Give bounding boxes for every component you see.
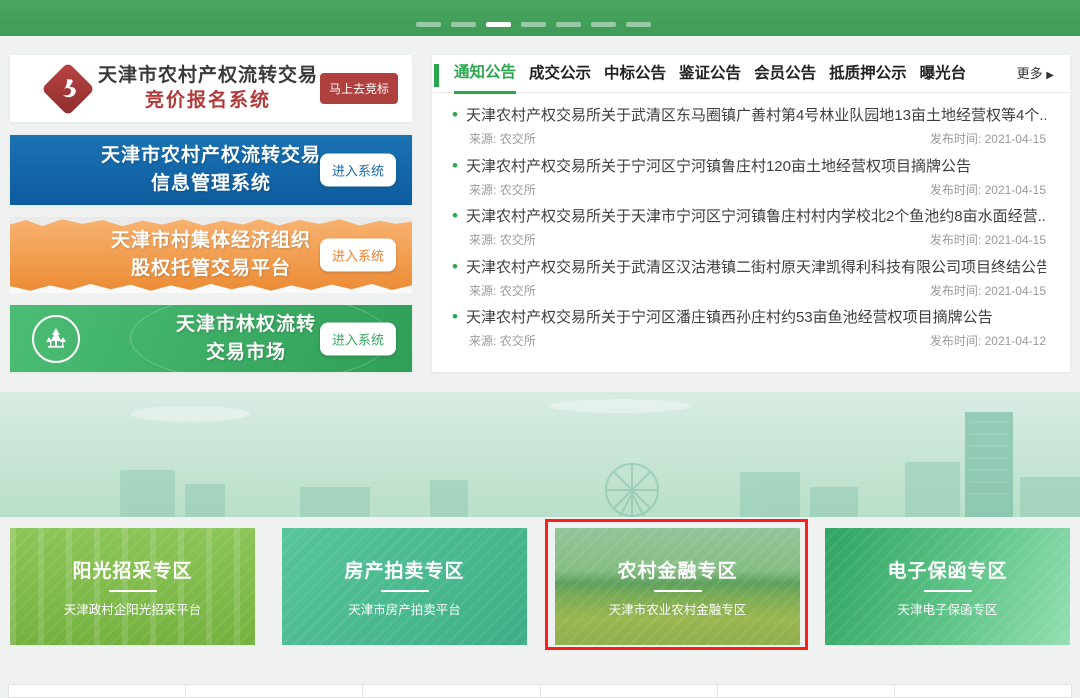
tab-pledge[interactable]: 抵质押公示	[829, 61, 907, 92]
tab-exposure[interactable]: 曝光台	[920, 61, 967, 92]
zone-divider	[381, 590, 429, 592]
news-date: 发布时间: 2021-04-15	[930, 282, 1046, 299]
partner-cell[interactable]	[541, 685, 718, 697]
bullet-icon: •	[452, 105, 458, 125]
news-source: 来源: 农交所	[469, 282, 536, 299]
city-skyline-illustration	[0, 392, 1080, 517]
carousel-dash[interactable]	[626, 22, 651, 27]
partner-cell[interactable]	[9, 685, 186, 697]
zone-subtitle: 天津电子保函专区	[897, 599, 997, 618]
zone-subtitle: 天津政村企阳光招采平台	[64, 599, 202, 618]
zone-subtitle: 天津市房产拍卖平台	[348, 599, 461, 618]
news-date: 发布时间: 2021-04-15	[930, 231, 1046, 248]
news-item: • 天津农村产权交易所关于武清区东马圈镇广善村第4号林业队园地13亩土地经营权等…	[452, 104, 1046, 155]
tab-accent-bar	[434, 64, 439, 87]
zone-divider	[924, 590, 972, 592]
carousel-dash[interactable]	[556, 22, 581, 27]
news-list: • 天津农村产权交易所关于武清区东马圈镇广善村第4号林业队园地13亩土地经营权等…	[432, 93, 1070, 357]
tab-certification[interactable]: 鉴证公告	[679, 61, 741, 92]
zone-divider	[654, 590, 702, 592]
bullet-icon: •	[452, 257, 458, 277]
carousel-dash[interactable]	[451, 22, 476, 27]
news-title[interactable]: 天津农村产权交易所关于武清区东马圈镇广善村第4号林业队园地13亩土地经营权等4个…	[466, 104, 1046, 125]
enter-system-button[interactable]: 进入系统	[320, 239, 396, 272]
enter-system-button[interactable]: 进入系统	[320, 322, 396, 355]
news-date: 发布时间: 2021-04-15	[930, 181, 1046, 198]
tab-deals[interactable]: 成交公示	[529, 61, 591, 92]
zone-sunshine-procurement[interactable]: 阳光招采专区 天津政村企阳光招采平台	[10, 528, 255, 645]
carousel-dash[interactable]	[416, 22, 441, 27]
bidding-title-line1: 天津市农村产权流转交易	[96, 64, 320, 89]
carousel-indicators	[416, 22, 651, 27]
news-item: • 天津农村产权交易所关于天津市宁河区宁河镇鲁庄村村内学校北2个鱼池约8亩水面经…	[452, 205, 1046, 256]
news-date: 发布时间: 2021-04-15	[930, 130, 1046, 147]
zone-subtitle: 天津市农业农村金融专区	[609, 599, 747, 618]
bullet-icon: •	[452, 307, 458, 327]
news-source: 来源: 农交所	[469, 181, 536, 198]
news-item: • 天津农村产权交易所关于宁河区宁河镇鲁庄村120亩土地经营权项目摘牌公告 来源…	[452, 155, 1046, 206]
carousel-bar	[0, 0, 1080, 36]
tab-notice[interactable]: 通知公告	[454, 60, 516, 94]
news-item: • 天津农村产权交易所关于武清区汉沽港镇二街村原天津凯得利科技有限公司项目终结公…	[452, 256, 1046, 307]
carousel-dash[interactable]	[521, 22, 546, 27]
banner-info-management-system[interactable]: 天津市农村产权流转交易 信息管理系统 进入系统	[10, 135, 412, 205]
zone-title: 房产拍卖专区	[344, 556, 464, 583]
news-source: 来源: 农交所	[469, 130, 536, 147]
news-item: • 天津农村产权交易所关于宁河区潘庄镇西孙庄村约53亩鱼池经营权项目摘牌公告 来…	[452, 306, 1046, 357]
news-source: 来源: 农交所	[469, 231, 536, 248]
partner-cell[interactable]	[186, 685, 363, 697]
news-title[interactable]: 天津农村产权交易所关于宁河区宁河镇鲁庄村120亩土地经营权项目摘牌公告	[466, 155, 971, 176]
partner-cell[interactable]	[895, 685, 1071, 697]
tab-winning-bid[interactable]: 中标公告	[604, 61, 666, 92]
news-title[interactable]: 天津农村产权交易所关于武清区汉沽港镇二街村原天津凯得利科技有限公司项目终结公告	[466, 256, 1046, 277]
news-title[interactable]: 天津农村产权交易所关于宁河区潘庄镇西孙庄村约53亩鱼池经营权项目摘牌公告	[466, 306, 993, 327]
zone-title: 阳光招采专区	[72, 556, 192, 583]
diamond-logo-icon	[40, 61, 96, 117]
news-title[interactable]: 天津农村产权交易所关于天津市宁河区宁河镇鲁庄村村内学校北2个鱼池约8亩水面经营.…	[466, 205, 1046, 226]
partner-strip	[8, 684, 1072, 698]
action-banner: 登 录 注 册 全站搜索 ▾ 搜索	[0, 392, 1080, 517]
bullet-icon: •	[452, 156, 458, 176]
carousel-dash[interactable]	[591, 22, 616, 27]
bullet-icon: •	[452, 206, 458, 226]
tab-member[interactable]: 会员公告	[754, 61, 816, 92]
zone-rural-finance[interactable]: 农村金融专区 天津市农业农村金融专区	[555, 528, 800, 645]
go-bid-button[interactable]: 马上去竞标	[320, 73, 398, 104]
notice-panel: 通知公告 成交公示 中标公告 鉴证公告 会员公告 抵质押公示 曝光台 更多 ▶ …	[432, 55, 1070, 372]
enter-system-button[interactable]: 进入系统	[320, 154, 396, 187]
tree-icon	[32, 315, 80, 363]
zone-title: 农村金融专区	[617, 556, 737, 583]
banner-equity-custody-platform[interactable]: 天津市村集体经济组织 股权托管交易平台 进入系统	[10, 217, 412, 293]
zone-property-auction[interactable]: 房产拍卖专区 天津市房产拍卖平台	[282, 528, 527, 645]
carousel-dash-active[interactable]	[486, 22, 511, 27]
partner-cell[interactable]	[718, 685, 895, 697]
news-date: 发布时间: 2021-04-12	[930, 332, 1046, 349]
bidding-title-line2: 竞价报名系统	[96, 89, 320, 114]
banner-forest-rights-market[interactable]: 天津市林权流转 交易市场 进入系统	[10, 305, 412, 372]
bidding-signup-card: 天津市农村产权流转交易 竞价报名系统 马上去竞标	[10, 55, 412, 122]
news-source: 来源: 农交所	[469, 332, 536, 349]
notice-tab-row: 通知公告 成交公示 中标公告 鉴证公告 会员公告 抵质押公示 曝光台 更多 ▶	[432, 55, 1070, 93]
partner-cell[interactable]	[363, 685, 540, 697]
more-link[interactable]: 更多 ▶	[1017, 63, 1054, 92]
bidding-card-title: 天津市农村产权流转交易 竞价报名系统	[96, 64, 320, 113]
zone-title: 电子保函专区	[887, 556, 1007, 583]
zone-divider	[109, 590, 157, 592]
zone-electronic-guarantee[interactable]: 电子保函专区 天津电子保函专区	[825, 528, 1070, 645]
triangle-right-icon: ▶	[1046, 70, 1054, 81]
